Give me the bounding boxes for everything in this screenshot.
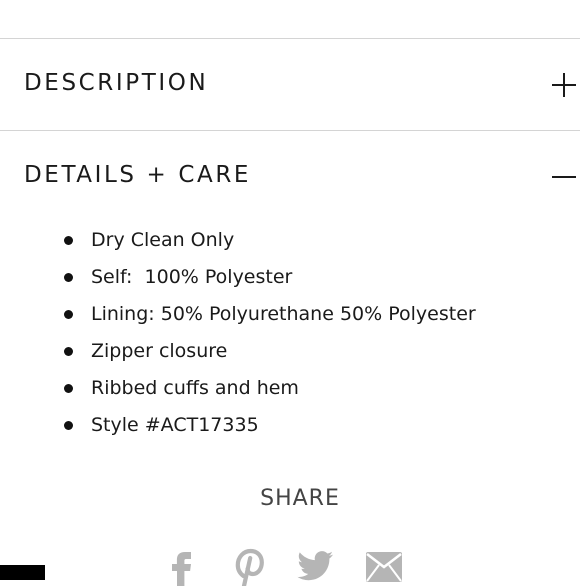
bullet bbox=[64, 421, 73, 430]
pinterest-icon[interactable] bbox=[229, 546, 269, 586]
social-share-row bbox=[0, 546, 580, 586]
list-item-text: Lining: 50% Polyurethane 50% Polyester bbox=[91, 303, 476, 325]
floating-action-button[interactable] bbox=[0, 565, 45, 580]
details-care-list: Dry Clean Only Self: 100% Polyester Lini… bbox=[0, 222, 476, 444]
bullet bbox=[64, 310, 73, 319]
bullet bbox=[64, 273, 73, 282]
bullet bbox=[64, 236, 73, 245]
list-item: Lining: 50% Polyurethane 50% Polyester bbox=[0, 296, 476, 333]
details-care-accordion-header[interactable]: DETAILS + CARE bbox=[0, 131, 580, 223]
minus-icon[interactable] bbox=[552, 165, 576, 189]
details-care-title: DETAILS + CARE bbox=[24, 162, 252, 188]
description-title: DESCRIPTION bbox=[24, 70, 209, 96]
list-item-text: Dry Clean Only bbox=[91, 229, 235, 251]
bullet bbox=[64, 347, 73, 356]
bullet bbox=[64, 384, 73, 393]
facebook-icon[interactable] bbox=[162, 546, 202, 586]
list-item-text: Style #ACT17335 bbox=[91, 414, 259, 436]
list-item: Style #ACT17335 bbox=[0, 407, 259, 444]
list-item: Dry Clean Only bbox=[0, 222, 234, 259]
plus-icon[interactable] bbox=[552, 73, 576, 97]
twitter-icon[interactable] bbox=[295, 546, 335, 586]
list-item-text: Ribbed cuffs and hem bbox=[91, 377, 299, 399]
list-item: Zipper closure bbox=[0, 333, 227, 370]
share-label: SHARE bbox=[260, 486, 340, 511]
list-item: Self: 100% Polyester bbox=[0, 259, 292, 296]
list-item-text: Zipper closure bbox=[91, 340, 228, 362]
email-icon[interactable] bbox=[364, 546, 404, 586]
list-item: Ribbed cuffs and hem bbox=[0, 370, 299, 407]
list-item-text: Self: 100% Polyester bbox=[91, 266, 293, 288]
description-accordion-header[interactable]: DESCRIPTION bbox=[0, 39, 580, 131]
